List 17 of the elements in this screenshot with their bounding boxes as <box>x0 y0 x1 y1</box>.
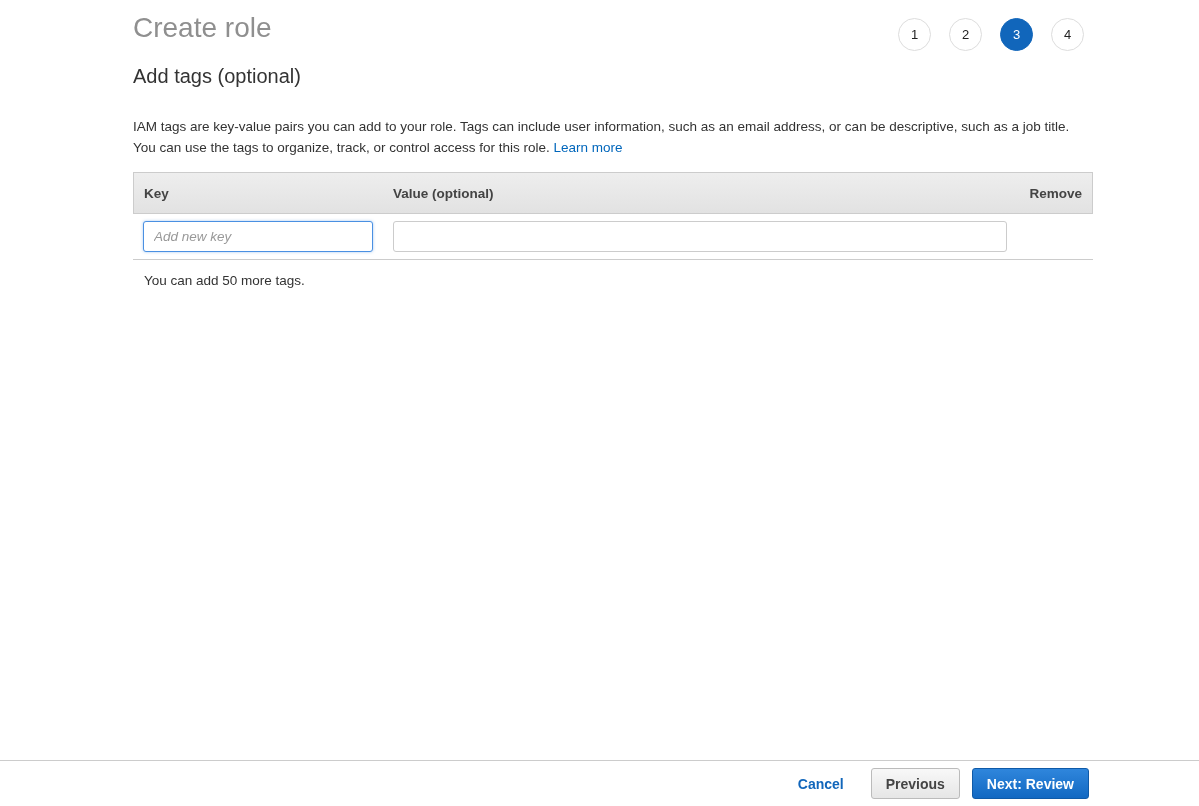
value-input-field[interactable] <box>393 221 1007 252</box>
previous-button[interactable]: Previous <box>870 768 960 799</box>
key-input-field[interactable]: Add new key <box>143 221 373 252</box>
step-indicator[interactable]: 4 <box>1051 18 1084 51</box>
page-title: Create role <box>133 12 272 44</box>
column-header: Key <box>144 185 170 201</box>
description-text: IAM tags are key-value pairs you can add to your role. Tags can include user information, such as an email address, or can be descriptive, such as a job title. You can use the tags to organize, track, or control access for this role. Learn more <box>133 118 1071 157</box>
step-indicator[interactable]: 2 <box>949 18 982 51</box>
column-header: Remove <box>1029 185 1082 201</box>
cancel-link[interactable]: Cancel <box>797 775 844 792</box>
column-header: Value (optional) <box>393 185 495 201</box>
learn-more-link[interactable]: Learn more <box>553 140 623 155</box>
section-heading: Add tags (optional) <box>133 64 302 89</box>
remaining-tags-note: You can add 50 more tags. <box>144 273 306 288</box>
next-review-button[interactable]: Next: Review <box>971 768 1089 799</box>
step-indicator[interactable]: 3 <box>1000 18 1033 51</box>
step-indicator[interactable]: 1 <box>898 18 931 51</box>
